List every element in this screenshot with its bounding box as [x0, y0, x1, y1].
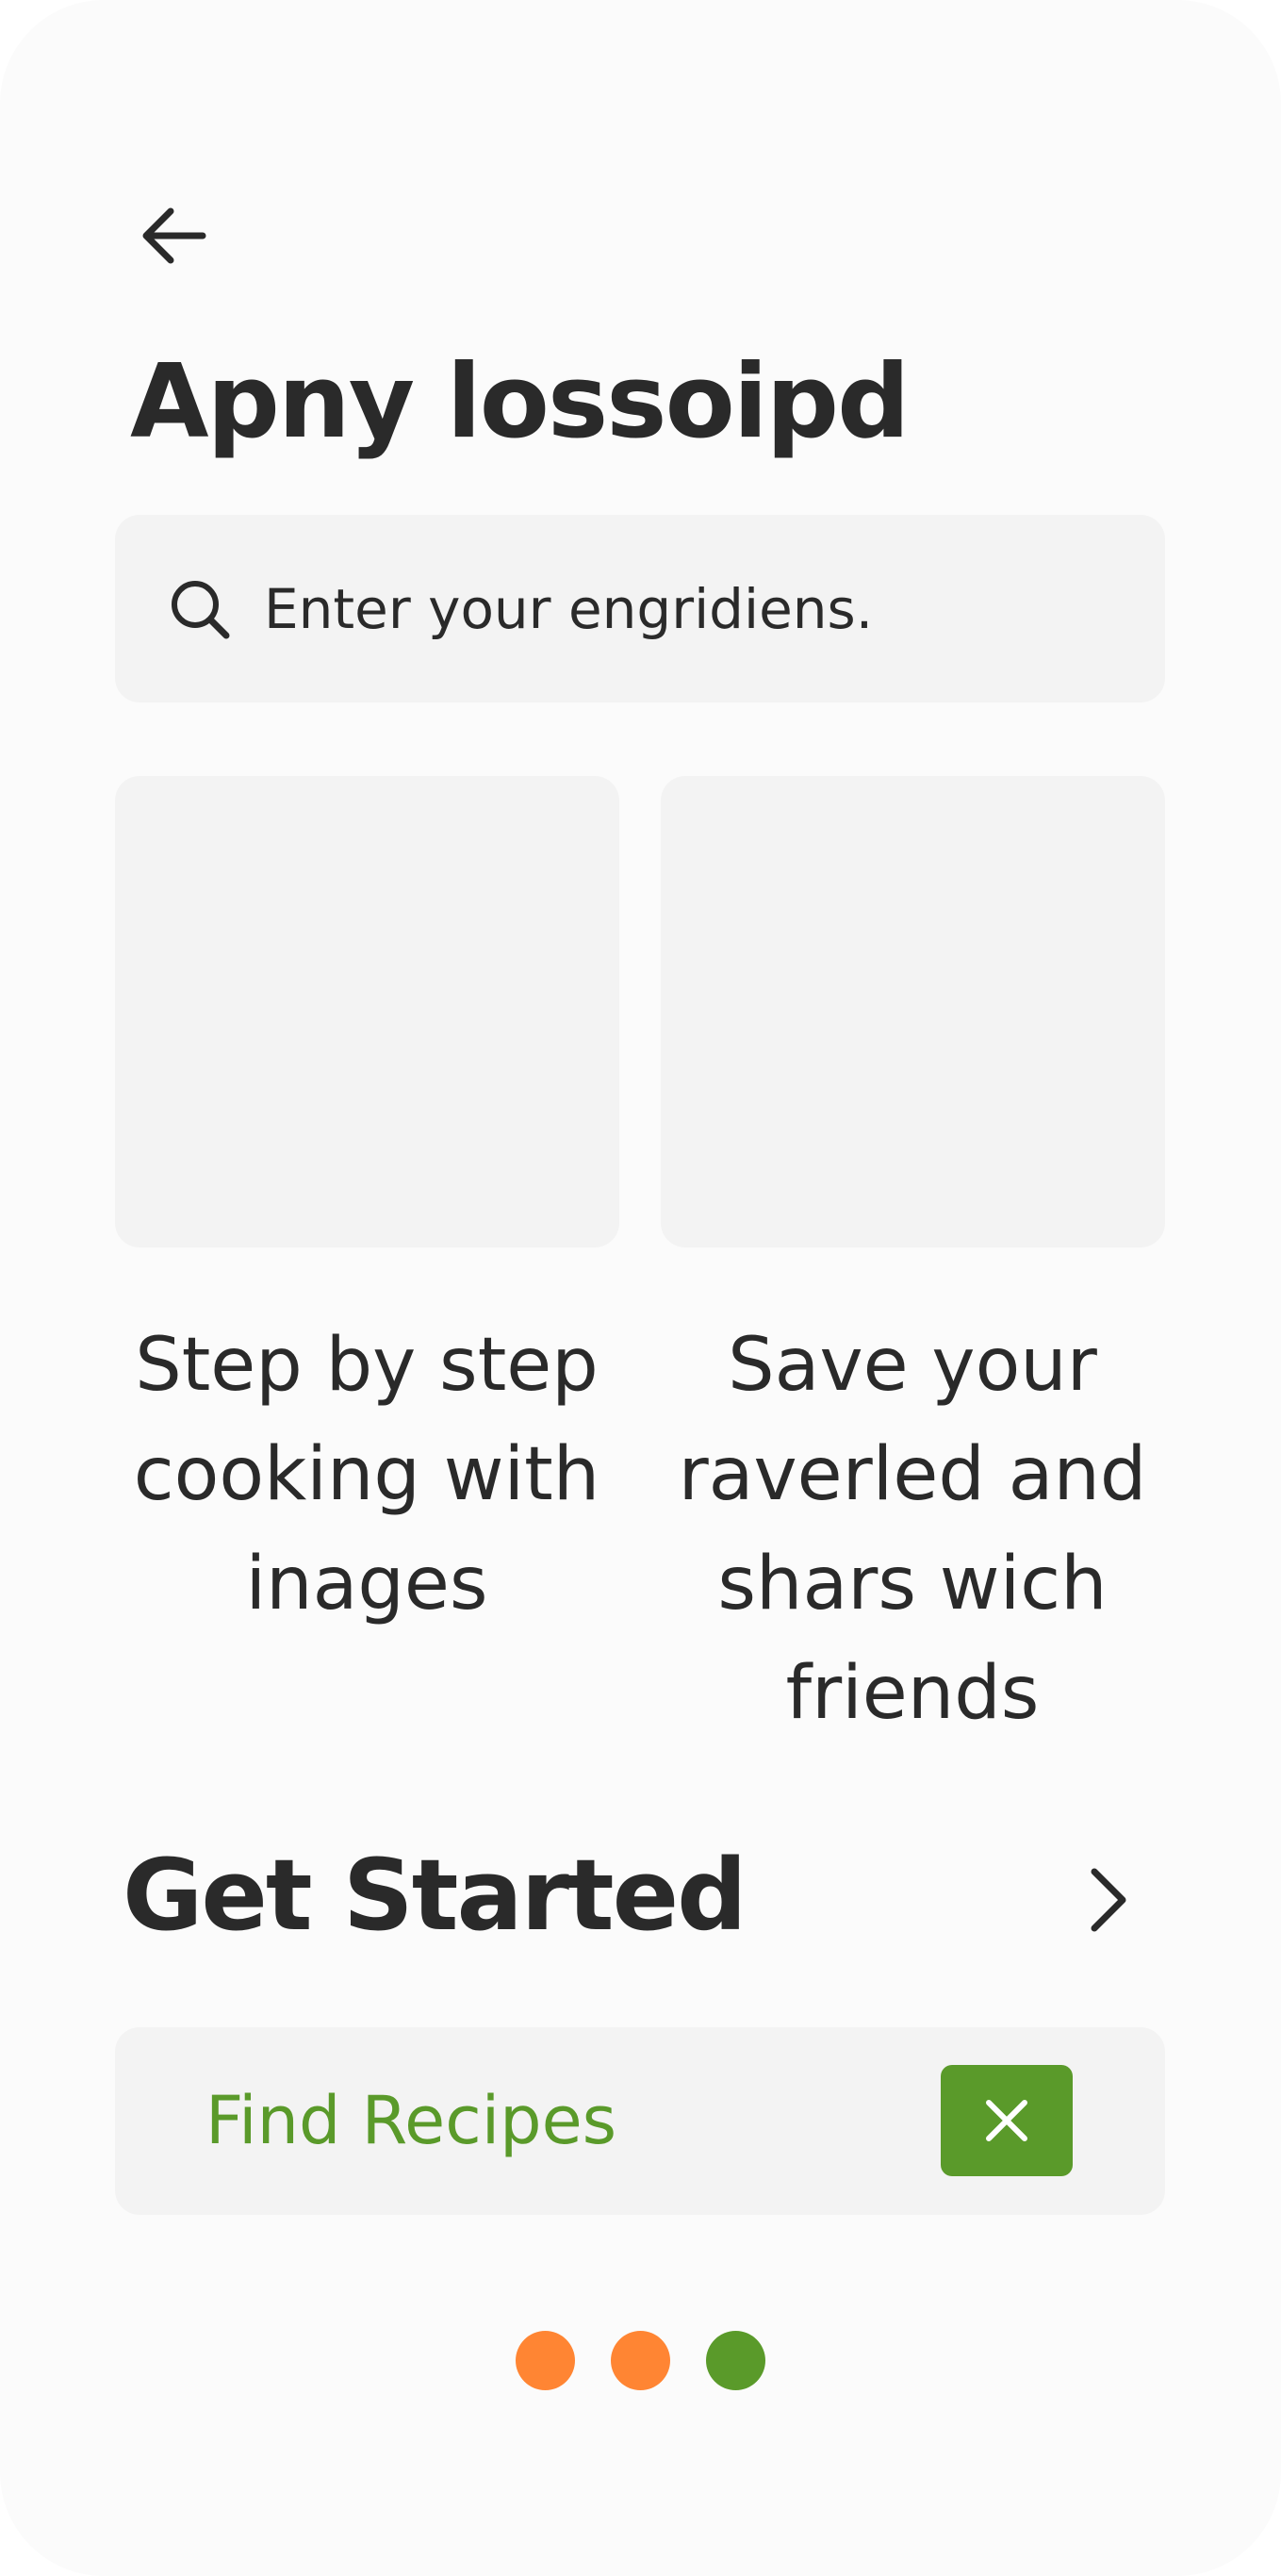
search-bar[interactable] [115, 515, 1165, 702]
page-title: Apny lossoipd [130, 343, 910, 461]
pagination-dot-2[interactable] [611, 2331, 670, 2390]
close-button[interactable] [941, 2065, 1073, 2176]
get-started-next-button[interactable] [1060, 1848, 1155, 1952]
find-recipes-bar: Find Recipes [115, 2027, 1165, 2215]
feature-card-image-2[interactable] [661, 776, 1165, 1247]
app-screen: Apny lossoipd Step by step cooking with … [0, 0, 1281, 2576]
feature-caption-1: Step by step cooking with inages [133, 1323, 600, 1627]
pagination-dot-1[interactable] [516, 2331, 575, 2390]
close-icon [986, 2100, 1027, 2141]
back-button[interactable] [123, 184, 226, 288]
feature-card-image-1[interactable] [115, 776, 619, 1247]
chevron-right-icon [1091, 1868, 1126, 1932]
pagination-dot-3-active[interactable] [706, 2331, 765, 2390]
search-icon [162, 571, 238, 647]
feature-caption-2: Save your raverled and shars wich friend… [678, 1323, 1147, 1736]
search-input[interactable] [262, 575, 1114, 642]
section-title: Get Started [123, 1838, 747, 1953]
find-recipes-button[interactable]: Find Recipes [205, 2027, 616, 2215]
pagination-dots [0, 2331, 1281, 2390]
arrow-left-icon [142, 207, 206, 264]
